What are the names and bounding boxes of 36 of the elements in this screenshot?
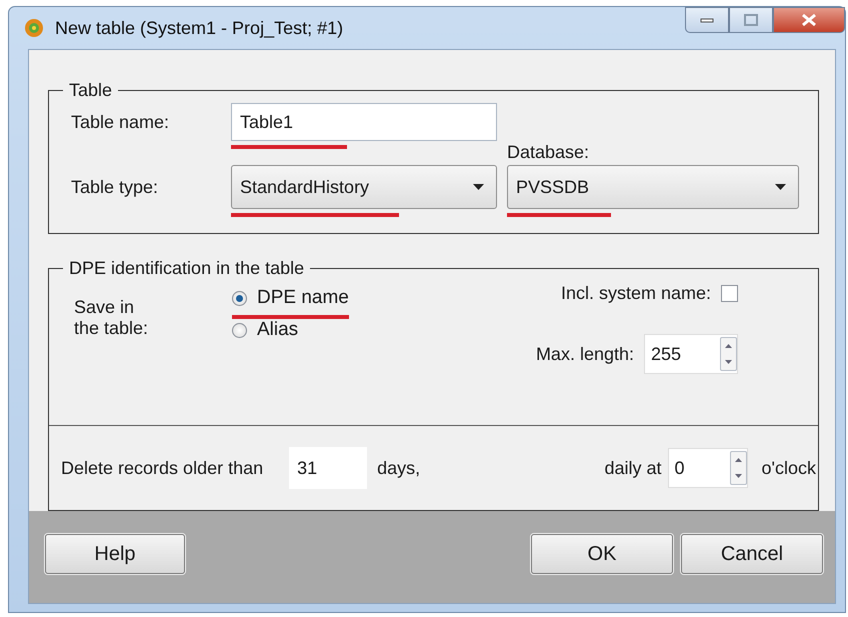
field-label: Database:: [507, 142, 590, 163]
maximize-button[interactable]: [729, 7, 773, 33]
field-label: Table type:: [71, 176, 160, 198]
field-label: o'clock: [762, 458, 816, 478]
app-icon: [23, 17, 45, 39]
field-label: Incl. system name:: [560, 283, 711, 304]
close-icon: [801, 13, 817, 27]
database-dropdown[interactable]: PVSSDB: [507, 165, 799, 209]
dialog-button[interactable]: OK: [531, 534, 673, 574]
close-button[interactable]: [773, 7, 845, 33]
table-type-dropdown[interactable]: StandardHistory: [231, 165, 497, 209]
radio-option[interactable]: Alias: [232, 319, 298, 341]
checkbox[interactable]: [721, 285, 738, 302]
minimize-icon: [700, 17, 714, 23]
field-label: Max. length:: [536, 344, 634, 364]
table-name-field[interactable]: Table1: [231, 103, 497, 141]
spin-box[interactable]: 255: [644, 334, 738, 374]
field-label: days,: [377, 458, 420, 478]
days-field[interactable]: 31: [289, 447, 368, 489]
dialog-button[interactable]: Cancel: [681, 534, 823, 574]
minimize-button[interactable]: [685, 7, 729, 33]
spin-box[interactable]: 0: [668, 448, 748, 488]
group-title: Table: [68, 80, 114, 101]
field-label: Delete records older than: [61, 458, 264, 478]
field-label: Table name:: [71, 112, 170, 132]
window-title: New table (System1 - Proj_Test; #1): [55, 18, 344, 38]
spin-arrows-icon: [720, 337, 737, 371]
caret-icon: [775, 184, 786, 190]
group-title: DPE identification in the table: [68, 258, 306, 279]
spin-arrows-icon: [730, 451, 747, 485]
dialog-button[interactable]: Help: [45, 534, 185, 574]
radio-option[interactable]: DPE name: [232, 287, 349, 309]
caret-icon: [473, 184, 484, 190]
maximize-icon: [744, 14, 758, 26]
field-label: Save in the table:: [74, 296, 150, 340]
field-label: daily at: [604, 458, 662, 478]
